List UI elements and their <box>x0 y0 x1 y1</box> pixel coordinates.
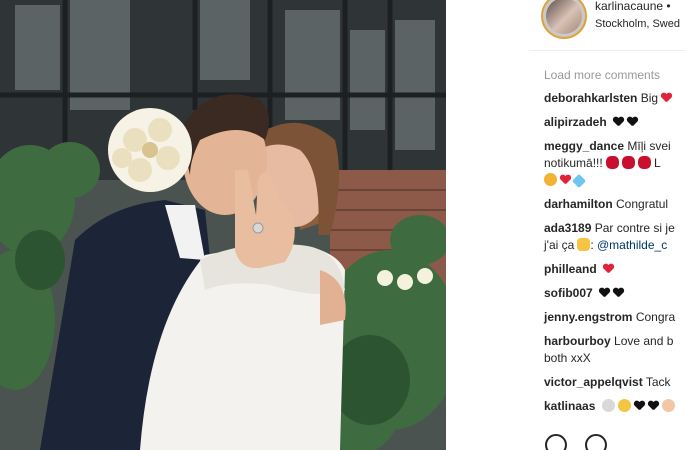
avatar[interactable] <box>541 0 587 39</box>
comment-item: ada3189 Par contre si je j'ai ça: @mathi… <box>544 221 675 252</box>
comment-text: Congratul <box>616 197 669 211</box>
comment-item: sofib007 <box>544 285 685 302</box>
comment-text: notikumā!!! <box>544 156 603 170</box>
comment-username[interactable]: darhamilton <box>544 197 613 211</box>
comment-item: deborahkarlsten Big <box>544 90 685 107</box>
face-icon <box>617 399 631 412</box>
comment-text: Tack <box>645 375 671 389</box>
comment-item: alipirzadeh <box>544 114 685 131</box>
comment-username[interactable]: katlinaas <box>544 399 595 413</box>
comment-username[interactable]: alipirzadeh <box>544 115 607 129</box>
lips-icon <box>605 156 619 169</box>
comments-panel: karlinacaune • Stockholm, Swed Load more… <box>529 0 685 450</box>
black-heart-icon <box>613 288 624 298</box>
comment-item: victor_appelqvist Tack <box>544 374 685 391</box>
comment-item: katlinaas <box>544 398 685 415</box>
diamond-icon <box>571 173 587 189</box>
mention-link[interactable]: @mathilde_c <box>597 238 667 252</box>
comment-text: Congra <box>635 310 676 324</box>
comment-text: Par contre si je <box>594 221 675 235</box>
comment-item: jenny.engstrom Congra <box>544 309 685 326</box>
black-heart-icon <box>634 401 645 411</box>
red-heart-icon <box>560 175 571 185</box>
couple-icon <box>544 173 557 186</box>
load-more-comments-link[interactable]: Load more comments <box>544 68 660 82</box>
post-location[interactable]: Stockholm, Swed <box>595 18 680 30</box>
red-heart-icon <box>661 93 672 103</box>
red-heart-icon <box>603 264 614 274</box>
comment-item: philleand <box>544 261 685 278</box>
comment-username[interactable]: philleand <box>544 262 597 276</box>
comment-username[interactable]: sofib007 <box>544 286 593 300</box>
finger-icon <box>577 238 591 251</box>
lips-icon <box>637 156 651 169</box>
comment-username[interactable]: ada3189 <box>544 221 591 235</box>
post-header: karlinacaune • Stockholm, Swed <box>529 0 685 44</box>
post-username[interactable]: karlinacaune • <box>595 0 671 13</box>
black-heart-icon <box>627 117 638 127</box>
comment-text: Love and b <box>614 334 674 348</box>
comment-username[interactable]: victor_appelqvist <box>544 375 643 389</box>
comment-username[interactable]: meggy_dance <box>544 139 624 153</box>
comment-item: harbourboy Love and b both xxX <box>544 333 685 367</box>
like-icon[interactable] <box>545 434 567 450</box>
comment-text: j'ai ça <box>544 238 575 252</box>
comment-username[interactable]: jenny.engstrom <box>544 310 632 324</box>
comment-icon[interactable] <box>585 434 607 450</box>
comment-username[interactable]: harbourboy <box>544 334 611 348</box>
header-divider <box>529 50 685 51</box>
comment-item: meggy_dance Mīļi svei notikumā!!! L <box>544 138 685 189</box>
face-icon <box>661 399 675 412</box>
comment-text: both xxX <box>544 351 591 365</box>
comment-text: Big <box>640 91 659 105</box>
face-icon <box>601 399 615 412</box>
comment-item: darhamilton Congratul <box>544 196 685 213</box>
black-heart-icon <box>613 117 624 127</box>
comment-text: L <box>654 156 661 170</box>
black-heart-icon <box>648 401 659 411</box>
comment-text: Mīļi svei <box>627 139 671 153</box>
comment-username[interactable]: deborahkarlsten <box>544 91 637 105</box>
black-heart-icon <box>599 288 610 298</box>
comment-list: deborahkarlsten Big alipirzadeh meggy_da… <box>544 90 685 422</box>
post-photo[interactable] <box>0 0 446 450</box>
lips-icon <box>621 156 635 169</box>
